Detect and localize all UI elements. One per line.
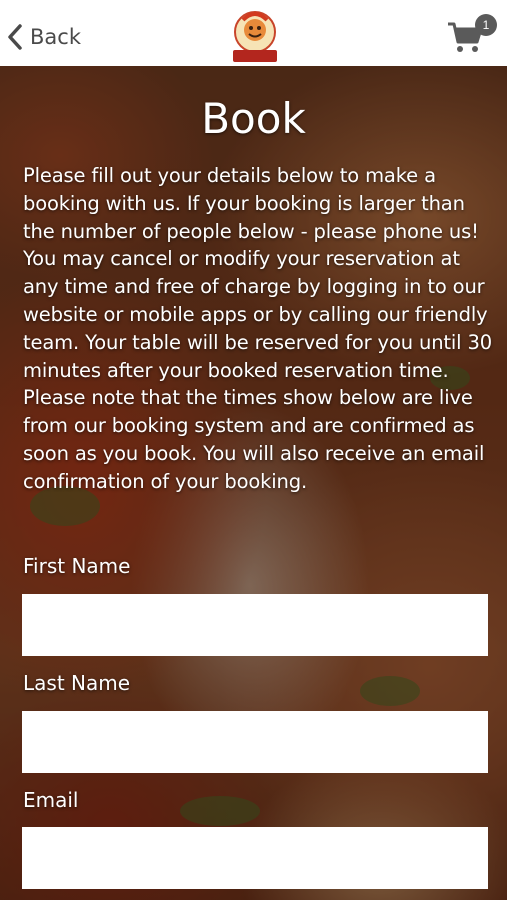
first-name-label: First Name [23, 554, 131, 578]
booking-form-section: Book Please fill out your details below … [0, 66, 507, 900]
booking-instructions: Please fill out your details below to ma… [23, 164, 492, 493]
top-navigation-bar: Back 1 [0, 0, 507, 66]
back-button-label: Back [30, 25, 81, 49]
back-button[interactable]: Back [6, 20, 81, 54]
restaurant-logo [229, 8, 281, 64]
email-field[interactable] [22, 827, 488, 889]
page-title: Book [201, 94, 306, 143]
chevron-left-icon [8, 24, 22, 50]
last-name-label: Last Name [23, 671, 131, 695]
cart-button[interactable]: 1 [447, 14, 497, 58]
cart-count-badge: 1 [475, 14, 497, 36]
email-label: Email [23, 788, 79, 812]
first-name-field[interactable] [22, 594, 488, 656]
last-name-field[interactable] [22, 711, 488, 773]
